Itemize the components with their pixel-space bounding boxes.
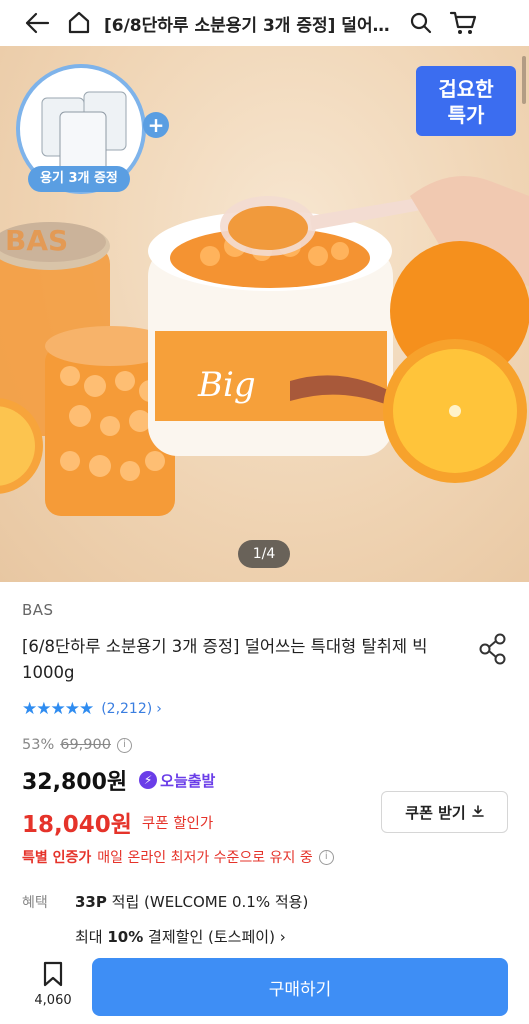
jar-label: Big — [197, 365, 256, 405]
benefit-label: 혜택 — [22, 895, 48, 911]
certified-price-row: 특별 인증가 매일 온라인 최저가 수준으로 유지 중 i — [22, 847, 334, 867]
share-icon[interactable] — [478, 632, 508, 666]
product-image-carousel[interactable]: BAS Big + 용기 3개 증정 겁요한 특가 1/4 — [0, 46, 529, 582]
wishlist-count: 4,060 — [34, 993, 72, 1008]
delivery-badge: ⚡ 오늘출발 — [139, 770, 215, 791]
benefit-discount-rate: 10% — [107, 928, 144, 946]
top-bar: [6/8단하루 소분용기 3개 증정] 덜어쓰는 특대형 탈취제 빅 1000g — [0, 0, 529, 46]
original-price: 69,900 — [60, 737, 111, 753]
coupon-note: 쿠폰 할인가 — [141, 815, 214, 832]
info-icon[interactable]: i — [318, 849, 334, 865]
cert-text: 매일 온라인 최저가 수준으로 유지 중 — [97, 850, 313, 866]
download-icon — [471, 804, 484, 820]
bottom-action-bar: 4,060 구매하기 — [0, 955, 529, 1024]
product-title: [6/8단하루 소분용기 3개 증정] 덜어쓰는 특대형 탈취제 빅 1000g — [22, 637, 428, 682]
cart-icon[interactable] — [444, 4, 482, 42]
cert-label: 특별 인증가 — [22, 850, 92, 866]
coupon-button-label: 쿠폰 받기 — [405, 803, 466, 822]
page-title: [6/8단하루 소분용기 3개 증정] 덜어쓰는 특대형 탈취제 빅 1000g — [104, 15, 394, 36]
search-icon[interactable] — [402, 4, 440, 42]
discount-row: 53% 69,900 i — [22, 737, 132, 753]
page-indicator: 1/4 — [238, 540, 290, 568]
scrollbar[interactable] — [522, 56, 526, 104]
deal-badge-line1: 겁요한 — [438, 77, 494, 101]
gift-label: 용기 3개 증정 — [28, 166, 130, 192]
home-icon[interactable] — [60, 4, 98, 42]
discount-rate: 53% — [22, 737, 55, 753]
bookmark-icon — [43, 961, 63, 987]
wishlist-button[interactable]: 4,060 — [28, 961, 78, 1008]
rating-row[interactable]: ★★★★★ (2,212) › — [22, 699, 162, 719]
coupon-download-button[interactable]: 쿠폰 받기 — [381, 791, 508, 833]
deal-badge-line2: 특가 — [447, 103, 485, 127]
buy-button[interactable]: 구매하기 — [92, 958, 508, 1016]
info-icon[interactable]: i — [116, 737, 132, 753]
deal-badge: 겁요한 특가 — [416, 66, 516, 136]
delivery-badge-label: 오늘출발 — [160, 771, 216, 790]
lightning-icon: ⚡ — [139, 771, 158, 789]
benefit-payment-discount[interactable]: 최대 10% 결제할인 (토스페이) › — [75, 926, 286, 947]
benefit-points: 33P 적립 (WELCOME 0.1% 적용) — [75, 891, 308, 912]
benefit-discount-text: 결제할인 (토스페이) › — [143, 928, 286, 946]
benefit-points-amount: 33P — [75, 893, 107, 911]
review-count[interactable]: (2,212) — [101, 701, 152, 717]
sale-price: 32,800원 — [22, 770, 128, 795]
price-row: 32,800원 ⚡ 오늘출발 — [22, 764, 215, 796]
back-icon[interactable] — [18, 4, 56, 42]
rating-stars: ★★★★★ — [22, 699, 94, 719]
coupon-price-row: 18,040원 쿠폰 할인가 — [22, 805, 213, 839]
lid-text: BAS — [5, 224, 68, 257]
benefit-points-text: 적립 (WELCOME 0.1% 적용) — [106, 893, 309, 911]
coupon-price: 18,040원 — [22, 812, 132, 838]
benefit-discount-prefix: 최대 — [75, 928, 108, 946]
chevron-right-icon: › — [156, 701, 162, 717]
plus-icon: + — [143, 112, 169, 138]
brand-name[interactable]: BAS — [22, 601, 54, 619]
